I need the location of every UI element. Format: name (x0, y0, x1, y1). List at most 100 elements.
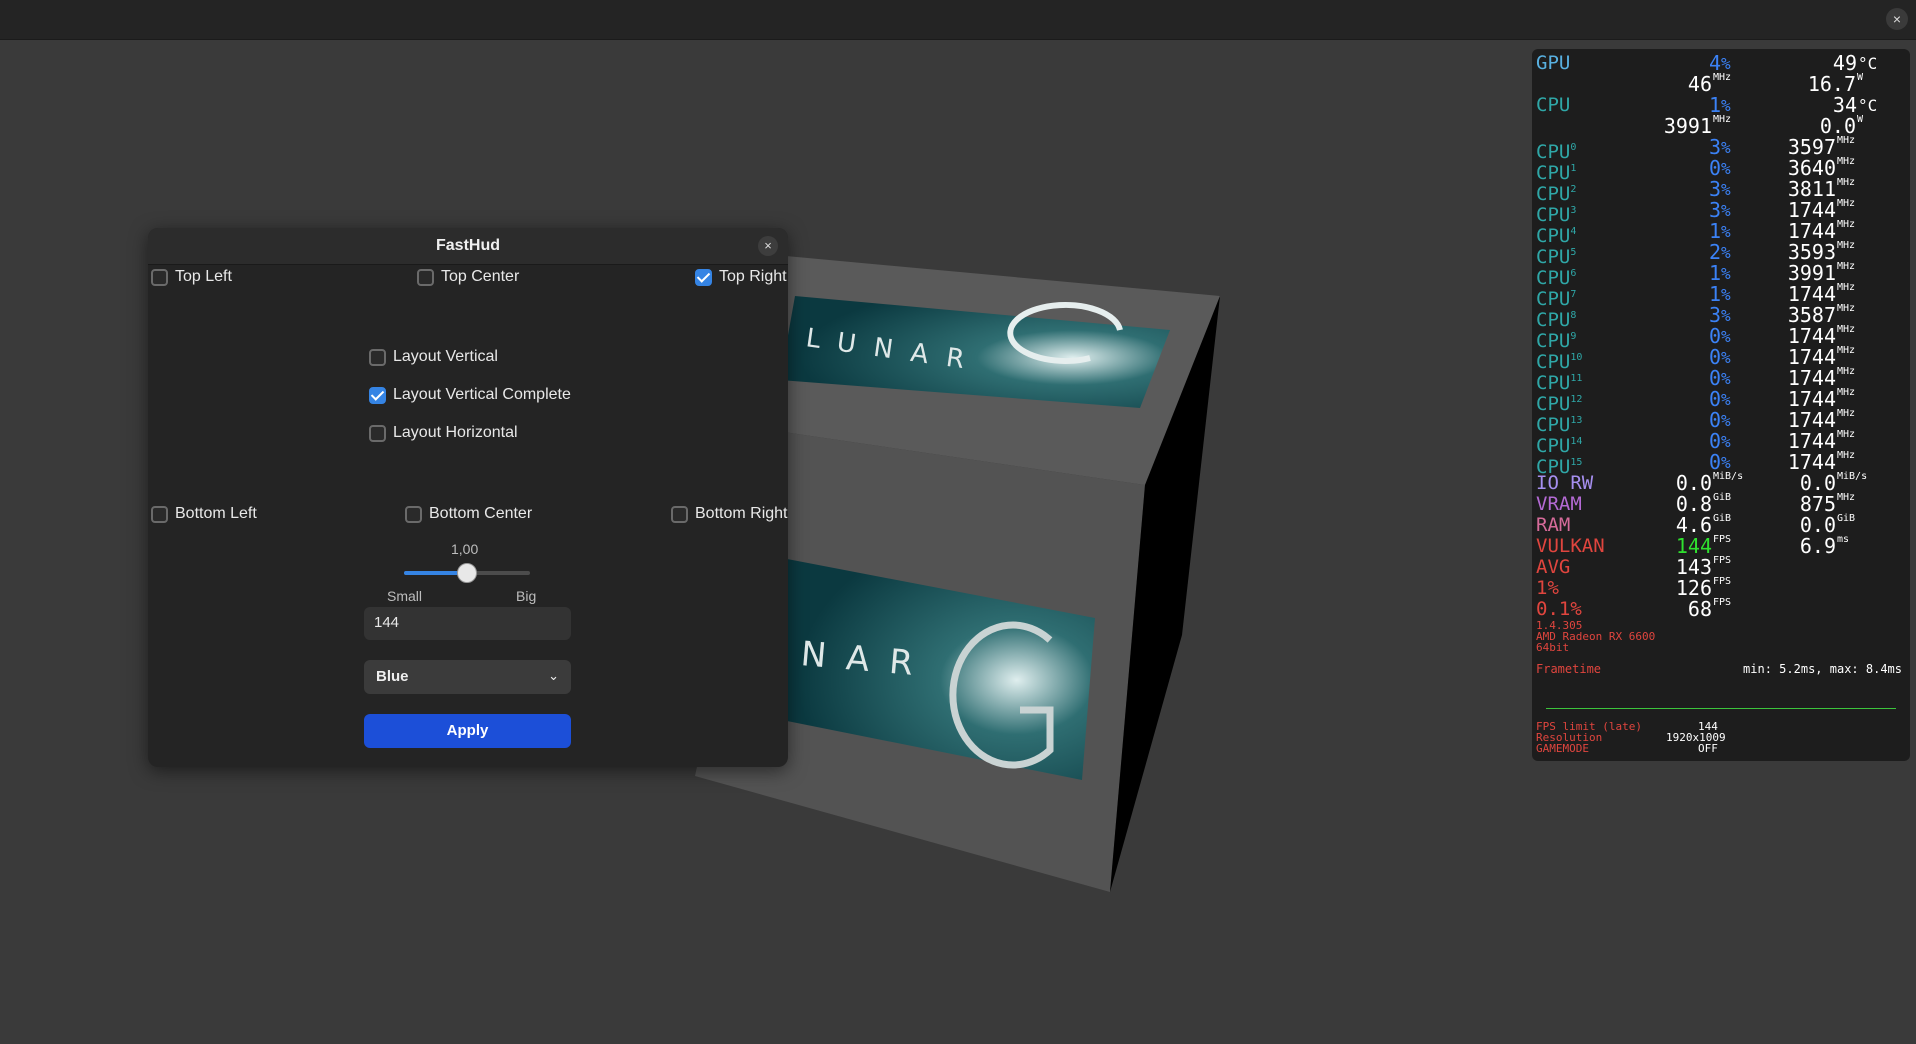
close-icon[interactable]: × (1886, 8, 1908, 30)
hud-value: 126 (1675, 576, 1712, 600)
hud-value: 144 (1675, 534, 1712, 558)
hud-unit: MHz (1837, 345, 1856, 356)
hud-value: 4 (1708, 51, 1721, 75)
hud-value: 4.6 (1675, 513, 1712, 537)
dropdown-value: Blue (376, 668, 409, 685)
hud-value: 0.0 (1675, 471, 1712, 495)
hud-unit: MHz (1837, 324, 1856, 335)
checkbox-indicator[interactable] (369, 348, 386, 366)
hud-unit: °C (1858, 54, 1878, 73)
hud-gamemode-label: GAMEMODE (1536, 742, 1589, 755)
hud-unit: W (1857, 114, 1864, 125)
hud-unit: % (1721, 390, 1731, 409)
hud-unit: GiB (1713, 492, 1732, 503)
slider-handle[interactable] (457, 563, 477, 583)
hud-unit: W (1857, 72, 1864, 83)
frametime-graph (1546, 708, 1896, 709)
hud-value: 34 (1832, 93, 1857, 117)
hud-unit: FPS (1713, 597, 1732, 608)
hud-unit: % (1721, 243, 1731, 262)
dialog-header: FastHud × (148, 228, 788, 265)
hud-value: 1 (1708, 219, 1721, 243)
hud-label: 0.1% (1536, 598, 1582, 620)
hud-value: 3 (1708, 135, 1721, 159)
hud-value: 1 (1708, 261, 1721, 285)
checkbox-indicator[interactable] (151, 268, 168, 286)
hud-arch: 64bit (1536, 641, 1570, 654)
hud-unit: MHz (1837, 240, 1856, 251)
hud-unit: MHz (1837, 135, 1856, 146)
hud-value: 3991 (1663, 114, 1712, 138)
hud-unit: % (1721, 306, 1731, 325)
hud-value: 1744 (1787, 219, 1836, 243)
hud-unit: % (1721, 201, 1731, 220)
hud-unit: MHz (1837, 387, 1856, 398)
checkbox-label: Layout Vertical Complete (393, 386, 571, 403)
hud-unit: % (1721, 180, 1731, 199)
hud-unit: % (1721, 369, 1731, 388)
top-right-checkbox[interactable]: Top Right (695, 268, 787, 286)
hud-value: 0.0 (1799, 513, 1836, 537)
bottom-right-checkbox[interactable]: Bottom Right (671, 505, 787, 523)
apply-button[interactable]: Apply (364, 714, 571, 748)
hud-unit: MHz (1837, 156, 1856, 167)
dialog-title: FastHud (436, 237, 500, 254)
bottom-center-checkbox[interactable]: Bottom Center (405, 505, 532, 523)
top-center-checkbox[interactable]: Top Center (417, 268, 519, 286)
hud-unit: MHz (1837, 366, 1856, 377)
fps-limit-input[interactable]: 144 (364, 607, 571, 640)
hud-value: 1744 (1787, 282, 1836, 306)
hud-unit: MiB/s (1713, 471, 1744, 482)
hud-unit: GiB (1713, 513, 1732, 524)
checkbox-indicator[interactable] (151, 505, 168, 523)
top-left-checkbox[interactable]: Top Left (151, 268, 232, 286)
hud-unit: % (1721, 264, 1731, 283)
scale-value: 1,00 (451, 541, 479, 557)
hud-unit: MHz (1837, 198, 1856, 209)
checkbox-label: Bottom Right (695, 505, 788, 522)
layout-vertical-checkbox[interactable]: Layout Vertical (369, 348, 498, 366)
hud-value: 68 (1687, 597, 1712, 621)
hud-value: 3 (1708, 303, 1721, 327)
checkbox-indicator[interactable] (671, 505, 688, 523)
checkbox-indicator[interactable] (417, 268, 434, 286)
hud-unit: °C (1858, 96, 1878, 115)
checkbox-label: Layout Vertical (393, 348, 498, 365)
hud-unit: MHz (1837, 408, 1856, 419)
title-bar: × (0, 0, 1916, 40)
hud-value: 16.7 (1807, 72, 1856, 96)
bottom-left-checkbox[interactable]: Bottom Left (151, 505, 257, 523)
hud-value: 1 (1708, 93, 1721, 117)
hud-value: 0.0 (1819, 114, 1856, 138)
checkbox-indicator[interactable] (369, 424, 386, 442)
hud-value: 1744 (1787, 324, 1836, 348)
hud-value: 0 (1708, 450, 1721, 474)
hud-frametime-label: Frametime (1536, 662, 1602, 676)
hud-unit: MiB/s (1837, 471, 1868, 482)
color-dropdown[interactable]: Blue ⌄ (364, 660, 571, 694)
hud-value: 3811 (1787, 177, 1836, 201)
hud-unit: FPS (1713, 576, 1732, 587)
hud-value: 3 (1708, 198, 1721, 222)
layout-vertical-complete-checkbox[interactable]: Layout Vertical Complete (369, 386, 571, 404)
performance-hud: GPU 4% 49 °C 46 MHz 16.7 W CPU 1% 34 °C 3991 MHz 0.0 W C… (1532, 49, 1910, 761)
hud-value: 2 (1708, 240, 1721, 264)
hud-unit: % (1721, 453, 1731, 472)
scale-slider[interactable] (404, 563, 530, 583)
hud-label: IO RW (1536, 472, 1594, 494)
checkbox-indicator[interactable] (695, 268, 712, 286)
checkbox-indicator[interactable] (369, 386, 386, 404)
hud-label: RAM (1536, 514, 1571, 536)
hud-unit: % (1721, 285, 1731, 304)
hud-unit: GiB (1837, 513, 1856, 524)
hud-value: 1744 (1787, 408, 1836, 432)
hud-unit: MHz (1837, 450, 1856, 461)
hud-value: 0 (1708, 156, 1721, 180)
layout-horizontal-checkbox[interactable]: Layout Horizontal (369, 424, 518, 442)
hud-unit: % (1721, 222, 1731, 241)
hud-unit: % (1721, 138, 1731, 157)
hud-frametime-range: min: 5.2ms, max: 8.4ms (1743, 662, 1902, 676)
close-icon[interactable]: × (758, 236, 778, 256)
checkbox-indicator[interactable] (405, 505, 422, 523)
hud-value: 0.8 (1675, 492, 1712, 516)
